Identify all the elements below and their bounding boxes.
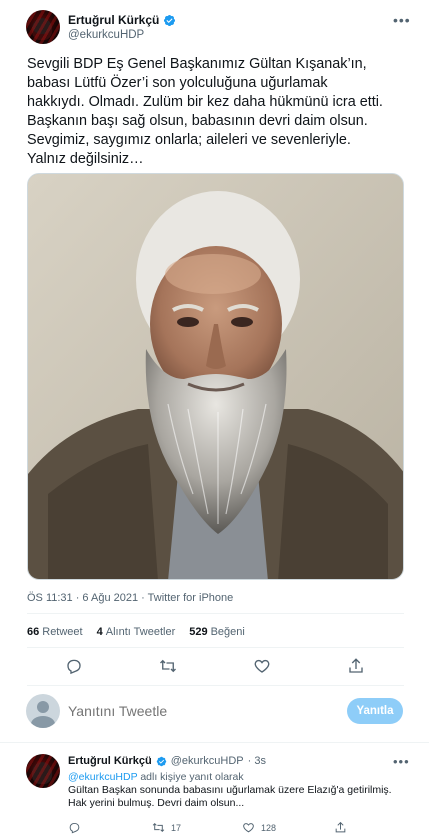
quotes-label: Alıntı Tweetler xyxy=(105,626,176,638)
likes-count: 529 xyxy=(189,626,208,638)
reply-icon xyxy=(67,659,81,675)
tweet-actions xyxy=(27,657,404,679)
reply-submit-button[interactable]: Yanıtla xyxy=(347,698,403,724)
divider xyxy=(27,647,404,648)
reply-header: Ertuğrul Kürkçü @ekurkcuHDP · 3s xyxy=(68,755,266,767)
retweets-count: 66 xyxy=(27,626,40,638)
tweet-text-line: Yalnız değilsiniz… xyxy=(27,151,144,167)
heart-icon xyxy=(243,823,254,833)
reply-author-name[interactable]: Ertuğrul Kürkçü xyxy=(68,755,152,767)
reply-author-avatar[interactable] xyxy=(26,754,60,788)
likes-label: Beğeni xyxy=(210,626,245,638)
author-name-row[interactable]: Ertuğrul Kürkçü xyxy=(68,13,176,27)
replying-to-handle[interactable]: @ekurkcuHDP xyxy=(68,771,137,783)
like-button[interactable] xyxy=(253,657,273,677)
verified-badge-icon xyxy=(164,14,176,26)
divider xyxy=(0,742,429,743)
more-options-icon[interactable]: ••• xyxy=(393,754,410,769)
tweet-text-line: hakkıydı. Olmadı. Zulüm bir kez daha hük… xyxy=(27,94,383,110)
tweet-photo[interactable] xyxy=(27,173,404,580)
reply-retweet-count: 17 xyxy=(171,822,182,833)
share-icon xyxy=(349,658,363,673)
author-name[interactable]: Ertuğrul Kürkçü xyxy=(68,13,159,27)
author-handle[interactable]: @ekurkcuHDP xyxy=(68,29,144,41)
divider xyxy=(27,613,404,614)
quotes-stat[interactable]: 4 Alıntı Tweetler xyxy=(97,626,176,638)
tweet-text-line: Başkanın başı sağ olsun, babasının devri… xyxy=(27,113,368,129)
share-icon xyxy=(335,821,346,833)
reply-share-button[interactable] xyxy=(334,821,347,834)
reply-retweet-button[interactable]: 17 xyxy=(152,821,181,834)
tweet-text-line: babası Lütfü Özer’i son yolculuğuna uğur… xyxy=(27,75,328,91)
reply-actions: 17 128 xyxy=(68,821,398,837)
reply-like-count: 128 xyxy=(261,822,277,833)
reply-text: Gültan Başkan sonunda babasını uğurlamak… xyxy=(68,784,408,810)
author-avatar[interactable] xyxy=(26,10,60,44)
retweets-stat[interactable]: 66 Retweet xyxy=(27,626,83,638)
retweet-icon xyxy=(160,659,176,673)
reply-like-button[interactable]: 128 xyxy=(242,821,276,834)
tweet-stats: 66 Retweet 4 Alıntı Tweetler 529 Beğeni xyxy=(27,626,245,638)
divider xyxy=(27,685,404,686)
portrait-image xyxy=(28,174,403,579)
retweets-label: Retweet xyxy=(42,626,83,638)
tweet-text-line: Sevgimiz, saygımız onlarla; aileleri ve … xyxy=(27,132,351,148)
tweet-text-line: Sevgili BDP Eş Genel Başkanımız Gültan K… xyxy=(27,56,367,72)
reply-reply-button[interactable] xyxy=(68,821,81,834)
reply-text-line: Gültan Başkan sonunda babasını uğurlamak… xyxy=(68,784,392,796)
share-button[interactable] xyxy=(347,657,367,677)
reply-tweet[interactable]: Ertuğrul Kürkçü @ekurkcuHDP · 3s ••• @ek… xyxy=(0,745,429,840)
tweet-meta[interactable]: ÖS 11:31 · 6 Ağu 2021 · Twitter for iPho… xyxy=(27,592,233,604)
reply-icon xyxy=(69,822,80,834)
retweet-icon xyxy=(152,823,165,832)
tweet-text: Sevgili BDP Eş Genel Başkanımız Gültan K… xyxy=(27,55,415,169)
current-user-avatar[interactable] xyxy=(26,694,60,728)
likes-stat[interactable]: 529 Beğeni xyxy=(189,626,245,638)
reply-composer: Yanıtla xyxy=(0,690,429,735)
reply-text-line: Hak yerini bulmuş. Devri daim olsun... xyxy=(68,797,245,809)
verified-badge-icon xyxy=(156,756,166,766)
reply-time[interactable]: · 3s xyxy=(248,755,266,767)
quotes-count: 4 xyxy=(96,626,103,638)
heart-icon xyxy=(254,659,270,673)
reply-input[interactable] xyxy=(68,703,328,719)
more-options-icon[interactable]: ••• xyxy=(393,12,411,28)
replying-to: @ekurkcuHDP adlı kişiye yanıt olarak xyxy=(68,771,244,783)
retweet-button[interactable] xyxy=(159,657,179,677)
replying-to-suffix: adlı kişiye yanıt olarak xyxy=(140,771,244,783)
reply-author-handle[interactable]: @ekurkcuHDP xyxy=(171,755,244,767)
reply-button[interactable] xyxy=(65,657,85,677)
